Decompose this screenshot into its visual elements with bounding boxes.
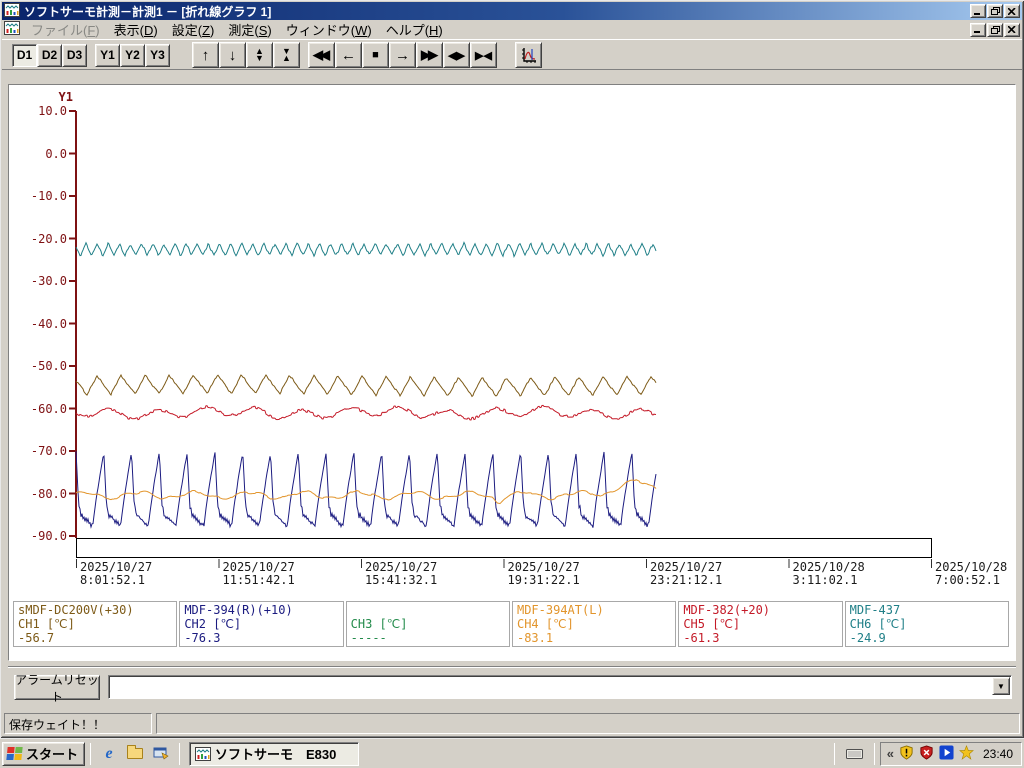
y-tick-label: 10.0 xyxy=(9,104,67,118)
taskbar-clock: 23:40 xyxy=(983,747,1013,761)
alarm-reset-button[interactable]: アラームリセット xyxy=(14,675,100,700)
tray-collapse-icon[interactable]: « xyxy=(887,749,894,759)
legend-cell-ch5: MDF-382(+20)CH5 [℃]-61.3 xyxy=(678,601,842,647)
start-button[interactable]: スタート xyxy=(2,742,85,766)
menu-d[interactable]: 表示(D) xyxy=(107,18,165,41)
y-tick-label: -90.0 xyxy=(9,529,67,543)
y-tick-label: 0.0 xyxy=(9,147,67,161)
alarm-row: アラームリセット ▼ xyxy=(8,666,1016,706)
system-tray: « xyxy=(880,742,1022,766)
y-tick-label: -10.0 xyxy=(9,189,67,203)
alarm-combo[interactable]: ▼ xyxy=(108,675,1012,699)
mdi-child-icon[interactable] xyxy=(4,20,20,39)
menu-h[interactable]: ヘルプ(H) xyxy=(379,18,450,41)
security-alert-icon[interactable] xyxy=(919,745,934,763)
channel-legend: sMDF-DC200V(+30)CH1 [℃]-56.7MDF-394(R)(+… xyxy=(13,601,1009,647)
trace-ch6 xyxy=(76,242,656,256)
fast-forward-button[interactable]: ▶▶ xyxy=(416,42,443,68)
compress-horizontal-button[interactable]: ▶◀ xyxy=(470,42,497,68)
x-tick-label: 2025/10/27 15:41:32.1 xyxy=(365,561,437,587)
scroll-up-button[interactable]: ↑ xyxy=(192,42,219,68)
display-d3-button[interactable]: D3 xyxy=(62,44,87,67)
update-star-icon[interactable] xyxy=(959,745,974,763)
y-tick-label: -20.0 xyxy=(9,232,67,246)
legend-cell-ch6: MDF-437CH6 [℃]-24.9 xyxy=(845,601,1009,647)
taskbar: スタート e ソフトサーモ E830 xyxy=(0,738,1024,768)
y-tick-label: -80.0 xyxy=(9,487,67,501)
minimize-button[interactable] xyxy=(970,4,986,18)
trace-ch1 xyxy=(76,375,656,396)
expand-vertical-button[interactable]: ▲▼ xyxy=(246,42,273,68)
status-bar: 保存ウェイト！！ xyxy=(2,711,1022,736)
window-title: ソフトサーモ計測－計測1 － [折れ線グラフ 1] xyxy=(24,3,969,20)
y-tick-label: -30.0 xyxy=(9,274,67,288)
graph-settings-button[interactable] xyxy=(515,42,542,68)
app-icon xyxy=(4,2,20,21)
menu-f[interactable]: ファイル(F) xyxy=(24,18,107,41)
expand-horizontal-button[interactable]: ◀▶ xyxy=(443,42,470,68)
status-extra xyxy=(156,713,1020,734)
x-tick-label: 2025/10/27 19:31:22.1 xyxy=(508,561,580,587)
security-warning-icon[interactable] xyxy=(899,745,914,763)
step-back-button[interactable]: ← xyxy=(335,42,362,68)
desktop: { "window": { "title": "ソフトサーモ計測－計測1 － [… xyxy=(0,0,1024,768)
media-player-tray-icon[interactable] xyxy=(939,745,954,763)
chart-panel: Y1 10.0 0.0 -10.0 -20.0 -30.0 -40.0 -50.0 -60.0… xyxy=(8,84,1016,661)
axis-y2-button[interactable]: Y2 xyxy=(120,44,145,67)
trace-ch5 xyxy=(76,405,656,420)
legend-cell-ch3: CH3 [℃]----- xyxy=(346,601,510,647)
rewind-button[interactable]: ◀◀ xyxy=(308,42,335,68)
toolbar: D1D2D3 Y1Y2Y3 ↑↓▲▼▼▲ ◀◀←■→▶▶◀▶▶◀ xyxy=(2,41,1022,70)
show-desktop-icon[interactable] xyxy=(152,745,170,763)
close-button[interactable] xyxy=(1004,4,1020,18)
time-range-box[interactable] xyxy=(77,539,932,558)
step-forward-button[interactable]: → xyxy=(389,42,416,68)
legend-cell-ch4: MDF-394AT(L)CH4 [℃]-83.1 xyxy=(512,601,676,647)
x-tick-label: 2025/10/28 3:11:02.1 xyxy=(793,561,865,587)
menu-s[interactable]: 測定(S) xyxy=(221,18,278,41)
restore-button[interactable] xyxy=(987,4,1003,18)
keyboard-layout-icon[interactable] xyxy=(846,748,863,760)
stop-button[interactable]: ■ xyxy=(362,42,389,68)
mdi-close-button[interactable] xyxy=(1004,23,1020,37)
scroll-down-button[interactable]: ↓ xyxy=(219,42,246,68)
internet-explorer-icon[interactable]: e xyxy=(100,745,118,763)
app-window: ソフトサーモ計測－計測1 － [折れ線グラフ 1] ファイル(F)表示(D)設定… xyxy=(0,0,1024,738)
y-tick-label: -40.0 xyxy=(9,317,67,331)
combo-dropdown-button[interactable]: ▼ xyxy=(992,677,1010,695)
axis-y1-button[interactable]: Y1 xyxy=(95,44,120,67)
display-d2-button[interactable]: D2 xyxy=(37,44,62,67)
taskbar-task-button[interactable]: ソフトサーモ E830 xyxy=(189,742,359,766)
y-tick-label: -50.0 xyxy=(9,359,67,373)
status-message: 保存ウェイト！！ xyxy=(4,713,152,734)
y-tick-label: -60.0 xyxy=(9,402,67,416)
display-d1-button[interactable]: D1 xyxy=(12,44,37,67)
menu-z[interactable]: 設定(Z) xyxy=(165,18,222,41)
menu-w[interactable]: ウィンドウ(W) xyxy=(279,18,379,41)
alarm-combo-field[interactable] xyxy=(108,675,1012,699)
task-app-icon xyxy=(195,746,211,762)
compress-vertical-button[interactable]: ▼▲ xyxy=(273,42,300,68)
folder-icon[interactable] xyxy=(126,745,144,763)
mdi-minimize-button[interactable] xyxy=(970,23,986,37)
x-tick-label: 2025/10/28 7:00:52.1 xyxy=(935,561,1007,587)
y-axis-title: Y1 xyxy=(39,90,73,104)
mdi-restore-button[interactable] xyxy=(987,23,1003,37)
x-tick-label: 2025/10/27 11:51:42.1 xyxy=(223,561,295,587)
menu-items: ファイル(F)表示(D)設定(Z)測定(S)ウィンドウ(W)ヘルプ(H) xyxy=(24,18,450,41)
legend-cell-ch2: MDF-394(R)(+10)CH2 [℃]-76.3 xyxy=(179,601,343,647)
legend-cell-ch1: sMDF-DC200V(+30)CH1 [℃]-56.7 xyxy=(13,601,177,647)
y-tick-label: -70.0 xyxy=(9,444,67,458)
x-tick-label: 2025/10/27 23:21:12.1 xyxy=(650,561,722,587)
x-tick-label: 2025/10/27 8:01:52.1 xyxy=(80,561,152,587)
windows-logo-icon xyxy=(6,747,22,760)
axis-y3-button[interactable]: Y3 xyxy=(145,44,170,67)
quick-launch: e xyxy=(96,745,174,763)
menu-bar: ファイル(F)表示(D)設定(Z)測定(S)ウィンドウ(W)ヘルプ(H) xyxy=(2,20,1022,40)
trace-ch2 xyxy=(76,451,656,527)
